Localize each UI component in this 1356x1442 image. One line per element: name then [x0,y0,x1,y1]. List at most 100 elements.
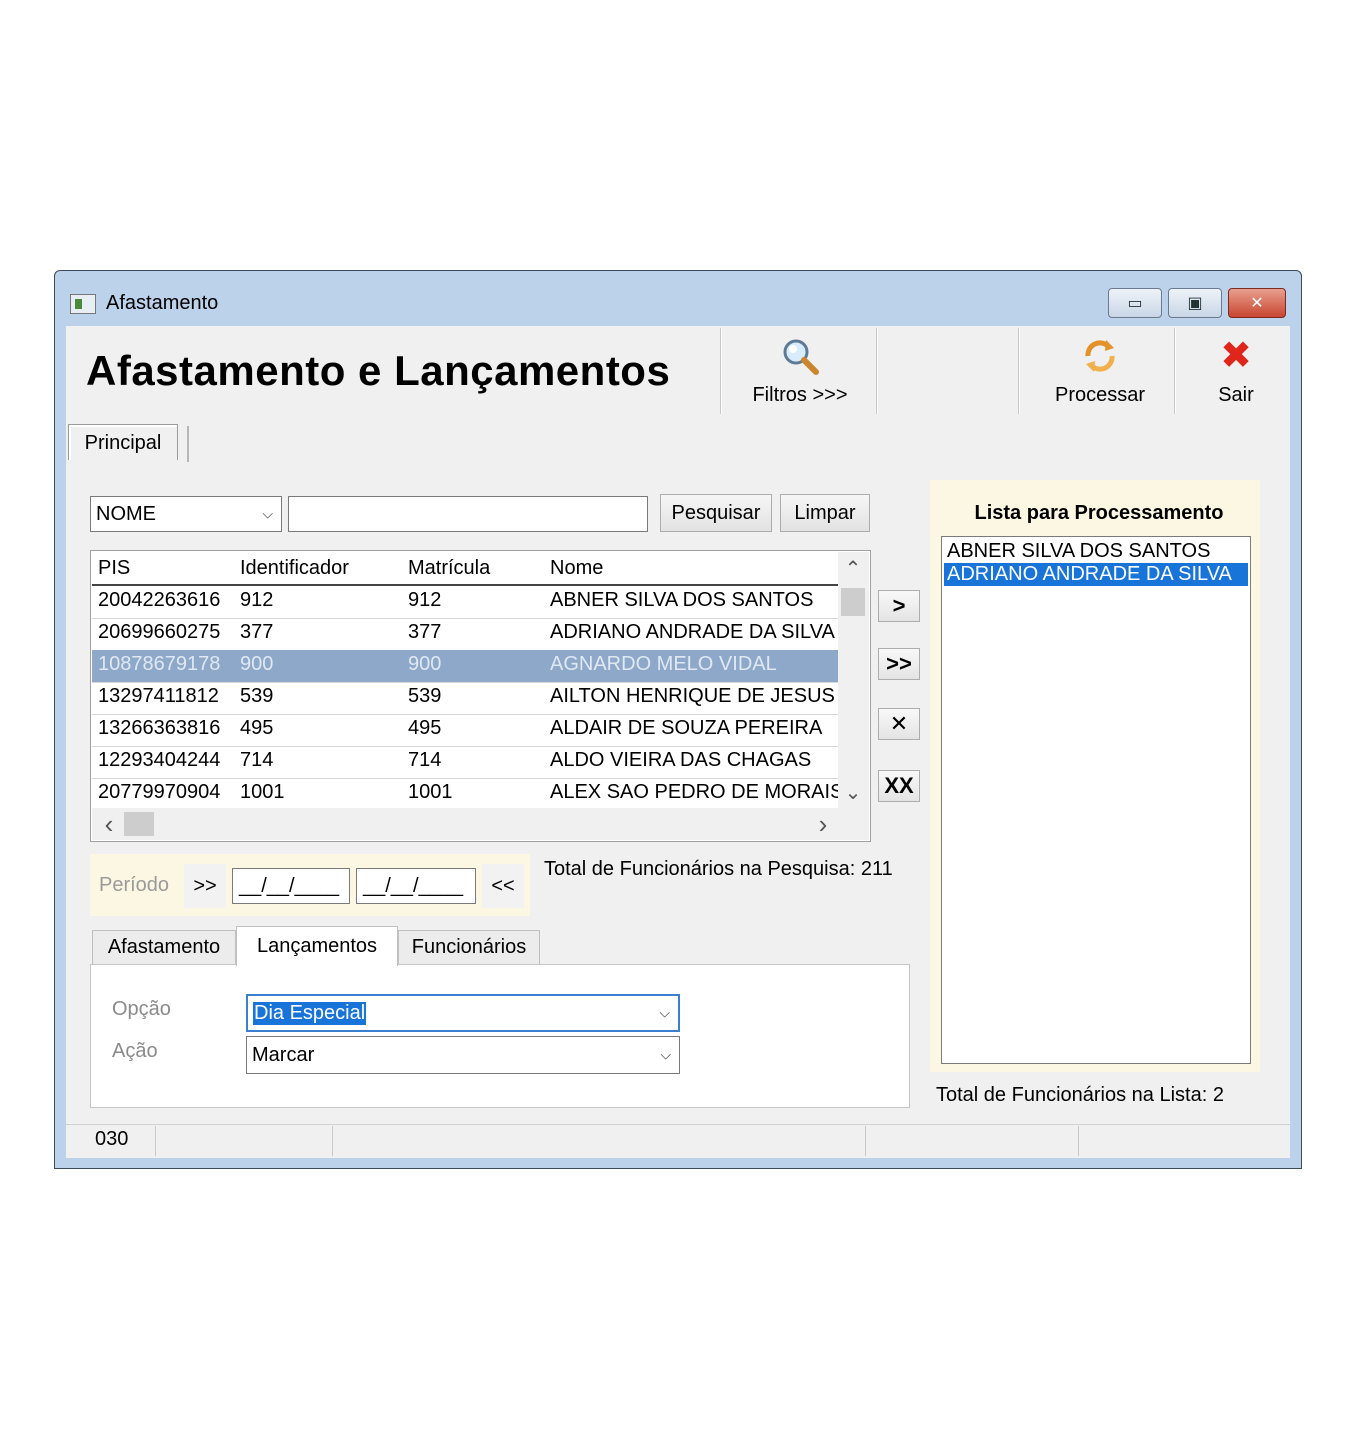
search-field-select[interactable]: NOME ⌵ [90,496,282,532]
chevron-down-icon: ⌵ [659,1004,670,1021]
sair-button[interactable]: ✖ Sair [1196,334,1276,407]
table-row[interactable]: 12293404244 714 714 ALDO VIEIRA DAS CHAG… [92,746,838,779]
column-header-pis[interactable]: PIS [98,557,130,580]
cell-matricula: 495 [408,717,442,739]
remove-all-button[interactable]: XX [878,770,920,802]
tab-principal[interactable]: Principal [68,424,178,460]
filtros-button[interactable]: Filtros >>> [740,334,860,407]
magnifier-icon [783,339,819,375]
cell-nome: AILTON HENRIQUE DE JESUS [550,685,835,707]
lista-title: Lista para Processamento [974,502,1224,524]
start-date-field[interactable]: __/__/____ [232,868,350,904]
status-divider [332,1126,333,1156]
cell-nome: ALEX SAO PEDRO DE MORAIS [550,781,844,803]
refresh-icon [1085,340,1115,372]
chevron-down-icon: ⌵ [262,505,273,522]
cell-pis: 20699660275 [98,621,221,643]
cell-pis: 20042263616 [98,589,221,611]
status-bar [66,1124,1290,1158]
scroll-left-arrow-icon[interactable]: ‹ [98,810,120,838]
scroll-up-arrow-icon[interactable]: ⌃ [840,556,866,582]
search-input[interactable] [288,496,648,532]
cell-nome: AGNARDO MELO VIDAL [550,653,777,675]
close-window-button[interactable]: ✕ [1228,288,1286,318]
periodo-prev-button[interactable]: >> [184,864,226,908]
horizontal-scroll-thumb[interactable] [124,812,154,836]
cell-nome: ABNER SILVA DOS SANTOS [550,589,814,611]
column-header-matricula[interactable]: Matrícula [408,557,490,580]
end-date-field[interactable]: __/__/____ [356,868,476,904]
sair-label: Sair [1218,384,1254,406]
processar-label: Processar [1054,384,1146,406]
maximize-button[interactable]: ▣ [1168,288,1222,318]
status-divider [155,1126,156,1156]
cell-pis: 13266363816 [98,717,221,739]
cell-matricula: 912 [408,589,442,611]
chevron-down-icon: ⌵ [660,1046,671,1063]
cell-matricula: 714 [408,749,442,771]
tab-lancamentos[interactable]: Lançamentos [236,926,398,966]
cell-identificador: 377 [240,621,274,643]
status-divider [1078,1126,1079,1156]
status-code: 030 [95,1128,129,1150]
scroll-down-arrow-icon[interactable]: ⌄ [840,780,866,806]
cell-pis: 10878679178 [98,653,221,675]
cell-identificador: 495 [240,717,274,739]
cell-nome: ADRIANO ANDRADE DA SILVA [550,621,835,643]
acao-value: Marcar [252,1043,315,1066]
tab-strip-edge [187,426,189,462]
add-all-button[interactable]: >> [878,648,920,680]
window-title: Afastamento [106,292,219,314]
lista-listbox[interactable] [941,536,1251,1064]
toolbar-divider [1174,328,1176,414]
opcao-select[interactable]: Dia Especial ⌵ [246,994,680,1032]
cell-pis: 20779970904 [98,781,221,803]
cell-matricula: 900 [408,653,442,675]
toolbar-divider [720,328,722,414]
table-row-selected[interactable]: 10878679178 900 900 AGNARDO MELO VIDAL [92,650,838,683]
remove-selected-button[interactable]: ✕ [878,708,920,740]
cell-matricula: 1001 [408,781,453,803]
tab-afastamento[interactable]: Afastamento [92,930,236,964]
periodo-label: Período [99,874,170,896]
column-header-nome[interactable]: Nome [550,557,603,580]
cell-identificador: 900 [240,653,274,675]
horizontal-scrollbar[interactable] [92,808,869,840]
list-item[interactable]: ABNER SILVA DOS SANTOS [944,540,1248,563]
table-row[interactable]: 13297411812 539 539 AILTON HENRIQUE DE J… [92,682,838,715]
acao-select[interactable]: Marcar ⌵ [246,1036,680,1074]
exit-x-icon: ✖ [1220,335,1252,377]
cell-matricula: 539 [408,685,442,707]
vertical-scroll-thumb[interactable] [841,588,865,616]
acao-label: Ação [112,1040,158,1062]
table-row[interactable]: 20042263616 912 912 ABNER SILVA DOS SANT… [92,586,838,619]
column-header-identificador[interactable]: Identificador [240,557,349,580]
minimize-button[interactable]: ▭ [1108,288,1162,318]
cell-identificador: 539 [240,685,274,707]
tab-funcionarios[interactable]: Funcionários [398,930,540,964]
cell-pis: 13297411812 [98,685,219,707]
filtros-label: Filtros >>> [752,384,848,406]
processar-button[interactable]: Processar [1040,334,1160,407]
table-row[interactable]: 20699660275 377 377 ADRIANO ANDRADE DA S… [92,618,838,651]
cell-identificador: 714 [240,749,274,771]
cell-identificador: 1001 [240,781,285,803]
app-icon [70,294,96,314]
toolbar-divider [876,328,878,414]
periodo-next-button[interactable]: << [482,864,524,908]
pesquisar-button[interactable]: Pesquisar [660,494,772,532]
scroll-right-arrow-icon[interactable]: › [812,810,834,838]
search-field-value: NOME [96,502,156,525]
cell-identificador: 912 [240,589,274,611]
add-selected-button[interactable]: > [878,590,920,622]
table-row[interactable]: 20779970904 1001 1001 ALEX SAO PEDRO DE … [92,778,843,810]
opcao-label: Opção [112,998,171,1020]
status-divider [865,1126,866,1156]
table-row[interactable]: 13266363816 495 495 ALDAIR DE SOUZA PERE… [92,714,838,747]
opcao-value: Dia Especial [253,1001,367,1025]
toolbar-divider [1018,328,1020,414]
limpar-button[interactable]: Limpar [780,494,870,532]
list-item-selected[interactable]: ADRIANO ANDRADE DA SILVA [944,563,1248,586]
total-lista-label: Total de Funcionários na Lista: 2 [936,1084,1224,1106]
cell-pis: 12293404244 [98,749,221,771]
